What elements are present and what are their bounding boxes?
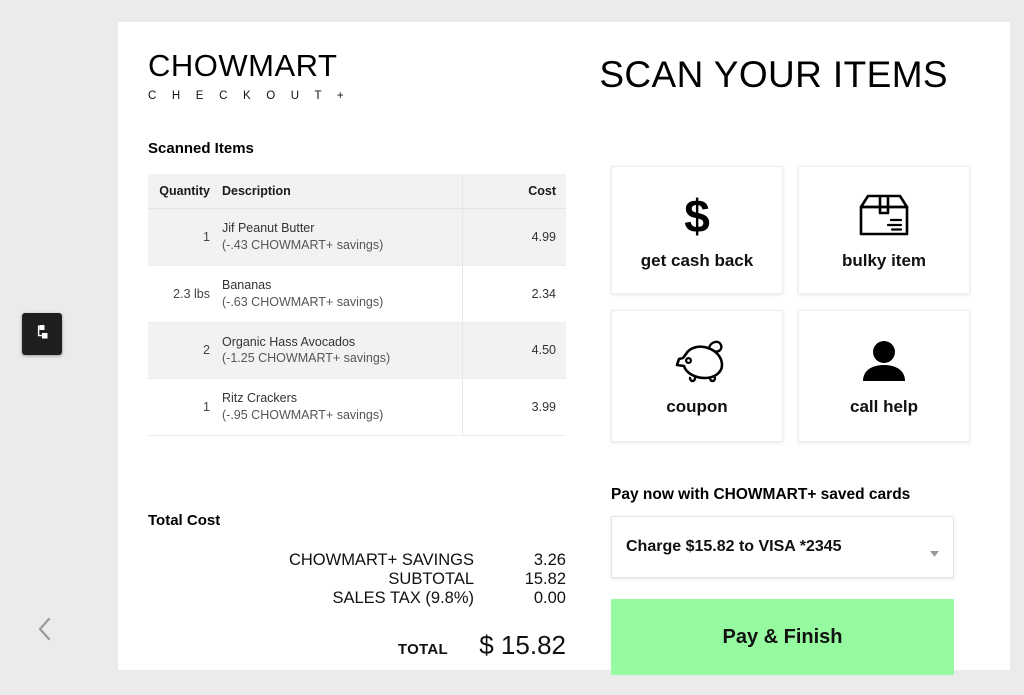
back-button[interactable]	[30, 616, 60, 646]
table-row[interactable]: 1 Ritz Crackers (-.95 CHOWMART+ savings)…	[148, 378, 566, 436]
brand-tagline: C H E C K O U T +	[148, 90, 350, 102]
checkout-card: CHOWMART C H E C K O U T + SCAN YOUR ITE…	[118, 22, 1010, 675]
bulky-item-button[interactable]: bulky item	[798, 166, 970, 294]
cell-description: Bananas (-.63 CHOWMART+ savings)	[210, 265, 462, 323]
totals-row-subtotal: SUBTOTAL 15.82	[148, 570, 566, 589]
item-savings: (-.63 CHOWMART+ savings)	[222, 294, 384, 309]
dollar-sign-icon: $	[684, 190, 710, 242]
action-label: get cash back	[640, 250, 754, 270]
totals-section: Total Cost CHOWMART+ SAVINGS 3.26 SUBTOT…	[148, 512, 566, 661]
totals-list: CHOWMART+ SAVINGS 3.26 SUBTOTAL 15.82 SA…	[148, 551, 566, 661]
grand-total-value: $ 15.82	[479, 630, 566, 660]
item-savings: (-1.25 CHOWMART+ savings)	[222, 351, 391, 366]
brand-name: CHOWMART	[148, 48, 338, 83]
payment-heading: Pay now with CHOWMART+ saved cards	[611, 486, 911, 503]
brand-logo: CHOWMART C H E C K O U T +	[148, 50, 350, 102]
action-label: bulky item	[841, 250, 927, 270]
action-label: coupon	[666, 396, 728, 416]
get-cash-back-button[interactable]: $ get cash back	[611, 166, 783, 294]
table-row[interactable]: 2.3 lbs Bananas (-.63 CHOWMART+ savings)…	[148, 265, 566, 323]
tree-view-toggle-button[interactable]	[22, 313, 62, 355]
table-header-row: Quantity Description Cost	[148, 174, 566, 209]
grand-total-label: TOTAL	[397, 641, 448, 658]
actions-column: $ get cash back bulky item coupon call h…	[611, 166, 975, 675]
pay-and-finish-button[interactable]: Pay & Finish	[611, 599, 954, 675]
page-title: SCAN YOUR ITEMS	[599, 54, 948, 95]
tree-hierarchy-icon	[33, 323, 51, 346]
table-row[interactable]: 2 Organic Hass Avocados (-1.25 CHOWMART+…	[148, 322, 566, 380]
item-name: Ritz Crackers	[222, 391, 298, 406]
box-icon	[855, 190, 913, 242]
cell-quantity: 2	[148, 322, 210, 380]
column-header-quantity: Quantity	[148, 174, 210, 209]
item-name: Organic Hass Avocados	[222, 334, 356, 349]
action-buttons-grid: $ get cash back bulky item coupon call h…	[611, 166, 975, 442]
column-header-description: Description	[210, 174, 462, 209]
totals-value: 15.82	[524, 570, 566, 588]
table-row[interactable]: 1 Jif Peanut Butter (-.43 CHOWMART+ savi…	[148, 208, 566, 266]
totals-row-grand: TOTAL $ 15.82	[148, 630, 566, 661]
cell-quantity: 1	[148, 208, 210, 266]
totals-label: SUBTOTAL	[388, 570, 474, 588]
piggy-bank-icon	[664, 336, 730, 388]
item-name: Jif Peanut Butter	[222, 221, 315, 235]
call-help-button[interactable]: call help	[798, 310, 970, 442]
cell-quantity: 2.3 lbs	[148, 265, 210, 323]
item-savings: (-.43 CHOWMART+ savings)	[222, 237, 384, 252]
cell-cost: 4.99	[461, 208, 566, 266]
cell-cost: 3.99	[461, 378, 566, 436]
items-column: Scanned Items Quantity Description Cost …	[148, 140, 566, 661]
coupon-button[interactable]: coupon	[611, 310, 783, 442]
totals-value: 3.26	[533, 551, 566, 569]
payment-section: Pay now with CHOWMART+ saved cards Charg…	[611, 486, 975, 675]
totals-value: 0.00	[533, 589, 566, 607]
cell-description: Jif Peanut Butter (-.43 CHOWMART+ saving…	[210, 208, 462, 266]
totals-row-savings: CHOWMART+ SAVINGS 3.26	[148, 551, 566, 570]
totals-label: SALES TAX (9.8%)	[332, 589, 474, 607]
total-cost-title: Total Cost	[148, 512, 221, 529]
cell-description: Ritz Crackers (-.95 CHOWMART+ savings)	[210, 378, 462, 436]
cell-description: Organic Hass Avocados (-1.25 CHOWMART+ s…	[210, 322, 462, 380]
column-header-cost: Cost	[461, 174, 566, 209]
saved-card-selected-value: Charge $15.82 to VISA *2345	[626, 538, 842, 555]
totals-label: CHOWMART+ SAVINGS	[288, 551, 474, 569]
chevron-down-icon	[929, 545, 940, 563]
scanned-items-title: Scanned Items	[148, 140, 254, 157]
chevron-left-icon	[35, 616, 55, 647]
dollar-sign-glyph: $	[684, 189, 710, 242]
item-name: Bananas	[222, 277, 272, 292]
screen: CHOWMART C H E C K O U T + SCAN YOUR ITE…	[0, 0, 1024, 695]
cell-cost: 4.50	[461, 322, 566, 380]
cell-cost: 2.34	[461, 265, 566, 323]
card-header: CHOWMART C H E C K O U T + SCAN YOUR ITE…	[118, 22, 1010, 140]
totals-row-sales-tax: SALES TAX (9.8%) 0.00	[148, 589, 566, 608]
item-savings: (-.95 CHOWMART+ savings)	[222, 408, 384, 423]
person-icon	[858, 336, 910, 388]
action-label: call help	[849, 396, 919, 416]
cell-quantity: 1	[148, 378, 210, 436]
saved-card-select[interactable]: Charge $15.82 to VISA *2345	[611, 516, 954, 578]
scanned-items-table: Quantity Description Cost 1 Jif Peanut B…	[148, 174, 566, 436]
